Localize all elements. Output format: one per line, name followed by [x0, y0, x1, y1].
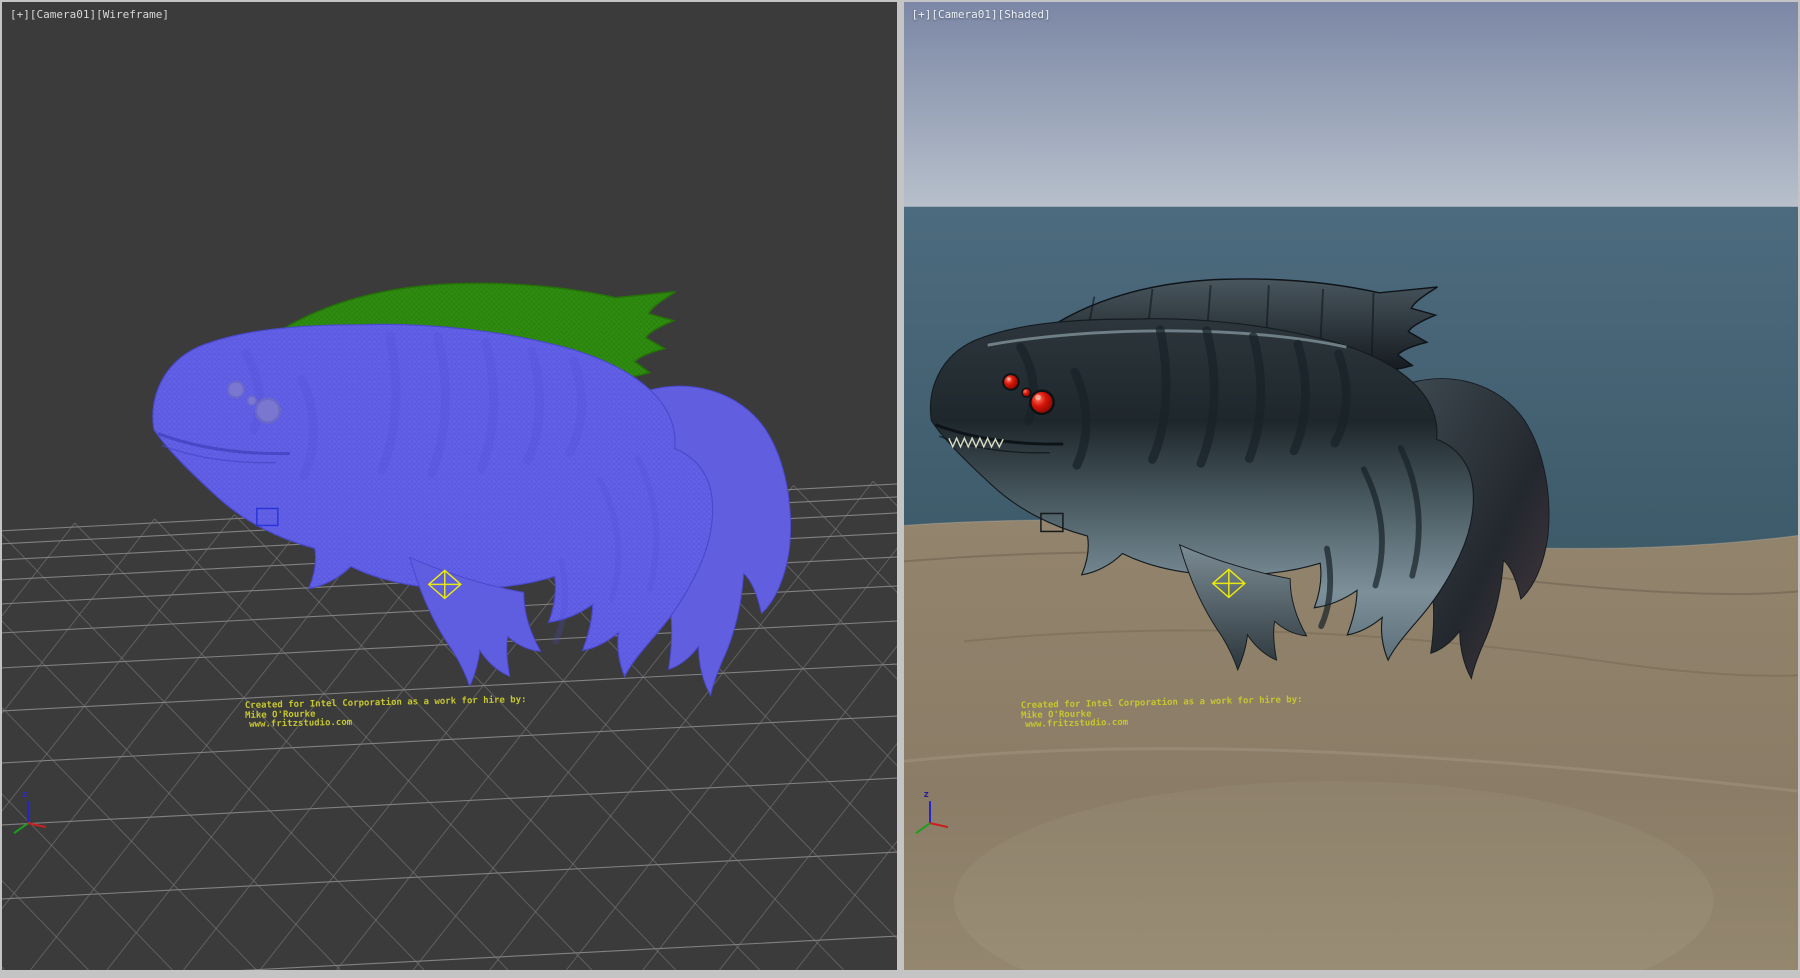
viewport-canvas-shaded[interactable]: [904, 2, 1799, 970]
viewport-label[interactable]: [+][Camera01][Shaded]: [912, 8, 1051, 21]
credit-overlay-text: Created for Intel Corporation as a work …: [1020, 696, 1302, 730]
viewport-wireframe[interactable]: [+][Camera01][Wireframe] Created for Int…: [2, 2, 897, 970]
credit-overlay-text: Created for Intel Corporation as a work …: [245, 696, 527, 730]
axis-z-label: z: [22, 790, 27, 800]
viewport-split-window: [+][Camera01][Wireframe] Created for Int…: [0, 0, 1800, 978]
viewport-shaded[interactable]: [+][Camera01][Shaded] Created for Intel …: [904, 2, 1799, 970]
viewport-label[interactable]: [+][Camera01][Wireframe]: [10, 8, 169, 21]
viewport-canvas-wireframe[interactable]: [2, 2, 897, 970]
axis-z-label: z: [924, 790, 929, 800]
sky: [904, 2, 1799, 208]
